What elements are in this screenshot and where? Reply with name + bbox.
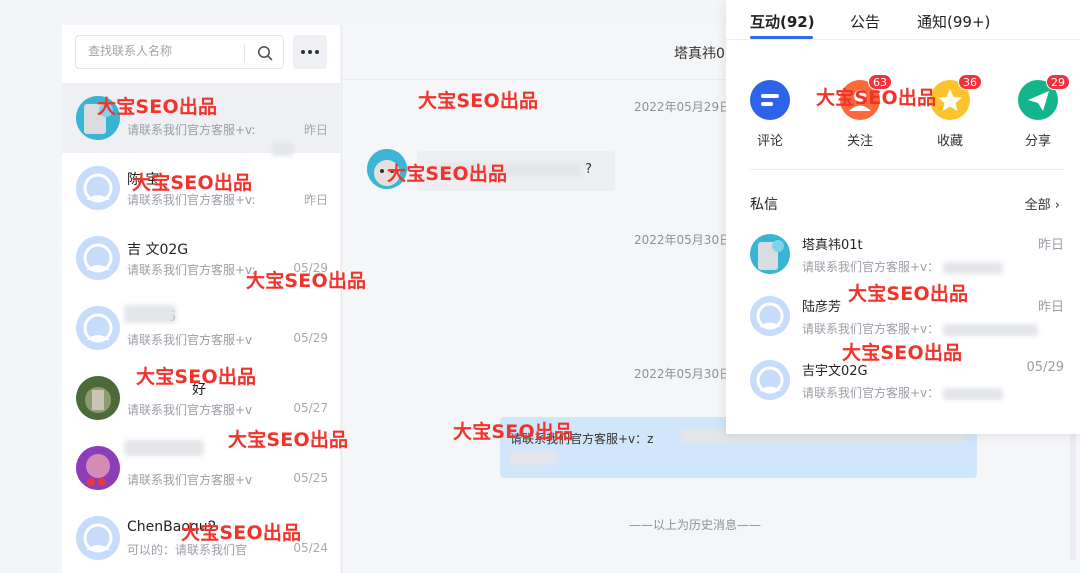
dm-time: 05/29 <box>1026 360 1064 375</box>
search-icon[interactable] <box>257 45 273 61</box>
redaction <box>124 440 204 456</box>
date-separator: 2022年05月30日 <box>634 233 732 247</box>
default-avatar-icon <box>76 236 120 280</box>
contact-preview: 请联系我们官方客服+v: <box>127 123 256 137</box>
dm-name: 陆彦芳 <box>802 300 842 315</box>
dm-section-title: 私信 <box>750 197 778 213</box>
default-avatar-icon <box>76 166 120 210</box>
watermark: 大宝SEO出品 <box>246 270 367 292</box>
avatar <box>76 446 120 490</box>
dm-preview-text: 请联系我们官方客服+v： <box>802 386 940 400</box>
quick-label: 关注 <box>846 134 873 149</box>
message-content: ? <box>585 162 593 177</box>
watermark: 大宝SEO出品 <box>842 342 963 364</box>
contact-time: 昨日 <box>303 123 328 137</box>
date-separator: 2022年05月30日 <box>634 367 732 381</box>
search-box[interactable] <box>75 35 284 69</box>
date-separator: 2022年05月29日 <box>634 100 732 114</box>
avatar <box>76 376 120 420</box>
tab-announcement[interactable]: 公告 <box>850 11 880 32</box>
comment-icon <box>750 80 790 120</box>
contact-preview: 请联系我们官方客服+v <box>127 473 253 487</box>
quick-comment[interactable]: 评论 <box>748 80 792 149</box>
popup-divider <box>750 169 1064 170</box>
watermark: 大宝SEO出品 <box>181 522 302 544</box>
dm-preview-text: 请联系我们官方客服+v： <box>802 322 940 336</box>
contact-time: 05/27 <box>293 401 328 415</box>
search-row <box>75 35 327 69</box>
tab-interaction[interactable]: 互动(92) <box>750 11 815 32</box>
contact-time: 05/29 <box>293 331 328 345</box>
dm-preview-text: 请联系我们官方客服+v： <box>802 260 940 274</box>
watermark: 大宝SEO出品 <box>97 96 218 118</box>
watermark: 大宝SEO出品 <box>418 90 539 112</box>
dm-time: 昨日 <box>1037 300 1064 315</box>
dm-item[interactable]: 吉宇文02G 请联系我们官方客服+v： 05/29 <box>750 360 1066 420</box>
redaction <box>272 142 294 156</box>
redaction <box>943 323 1039 336</box>
contact-item[interactable]: 6 请联系我们官方客服+v 05/29 <box>62 293 340 363</box>
tab-underline <box>750 36 813 39</box>
contact-preview: 请联系我们官方客服+v <box>127 333 253 347</box>
dm-name: 塔真祎01t <box>802 238 863 253</box>
redaction <box>943 387 1004 400</box>
default-avatar-icon <box>76 306 120 350</box>
quick-share[interactable]: 29 分享 <box>1016 74 1070 149</box>
dm-time: 昨日 <box>1037 238 1064 253</box>
quick-label: 分享 <box>1024 134 1051 149</box>
share-icon: 29 <box>1018 74 1070 120</box>
watermark: 大宝SEO出品 <box>132 172 253 194</box>
default-avatar-icon <box>750 296 790 336</box>
interaction-popup: 互动(92) 公告 通知(99+) 评论 63 关注 36 收藏 29 分享 私… <box>726 0 1080 434</box>
contact-list: 请联系我们官方客服+v: 昨日 陈 宝 请联系我们官方客服+v: 昨日 吉 文0… <box>62 83 340 573</box>
watermark: 大宝SEO出品 <box>848 283 969 305</box>
share-badge: 29 <box>1046 74 1070 90</box>
watermark: 大宝SEO出品 <box>816 87 937 109</box>
history-label: ——以上为历史消息—— <box>629 518 762 532</box>
tab-notification[interactable]: 通知(99+) <box>917 11 990 32</box>
redaction <box>510 451 558 465</box>
search-divider <box>244 44 245 62</box>
search-input[interactable] <box>88 44 238 58</box>
dm-all-link[interactable]: 全部 › <box>1025 194 1060 213</box>
quick-label: 收藏 <box>936 134 963 149</box>
chat-title: 塔真祎01 <box>674 46 734 62</box>
dm-preview: 请联系我们官方客服+v： <box>802 384 1004 401</box>
quick-label: 评论 <box>756 134 783 149</box>
more-icon <box>301 50 319 54</box>
watermark: 大宝SEO出品 <box>136 366 257 388</box>
contact-preview: 请联系我们官方客服+v <box>127 403 253 417</box>
more-button[interactable] <box>293 35 327 69</box>
watermark: 大宝SEO出品 <box>387 163 508 185</box>
contact-name: 吉 文02G <box>127 242 189 258</box>
watermark: 大宝SEO出品 <box>228 429 349 451</box>
contact-time: 05/25 <box>293 471 328 485</box>
dm-preview: 请联系我们官方客服+v： <box>802 258 1004 275</box>
contact-time: 昨日 <box>303 193 328 207</box>
avatar <box>750 234 790 274</box>
redaction <box>943 261 1004 274</box>
watermark: 大宝SEO出品 <box>453 421 574 443</box>
default-avatar-icon <box>750 360 790 400</box>
dm-preview: 请联系我们官方客服+v： <box>802 320 1039 337</box>
redaction <box>124 305 176 323</box>
popup-tabs: 互动(92) 公告 通知(99+) <box>726 0 1080 40</box>
default-avatar-icon <box>76 516 120 560</box>
favorite-badge: 36 <box>958 74 982 90</box>
